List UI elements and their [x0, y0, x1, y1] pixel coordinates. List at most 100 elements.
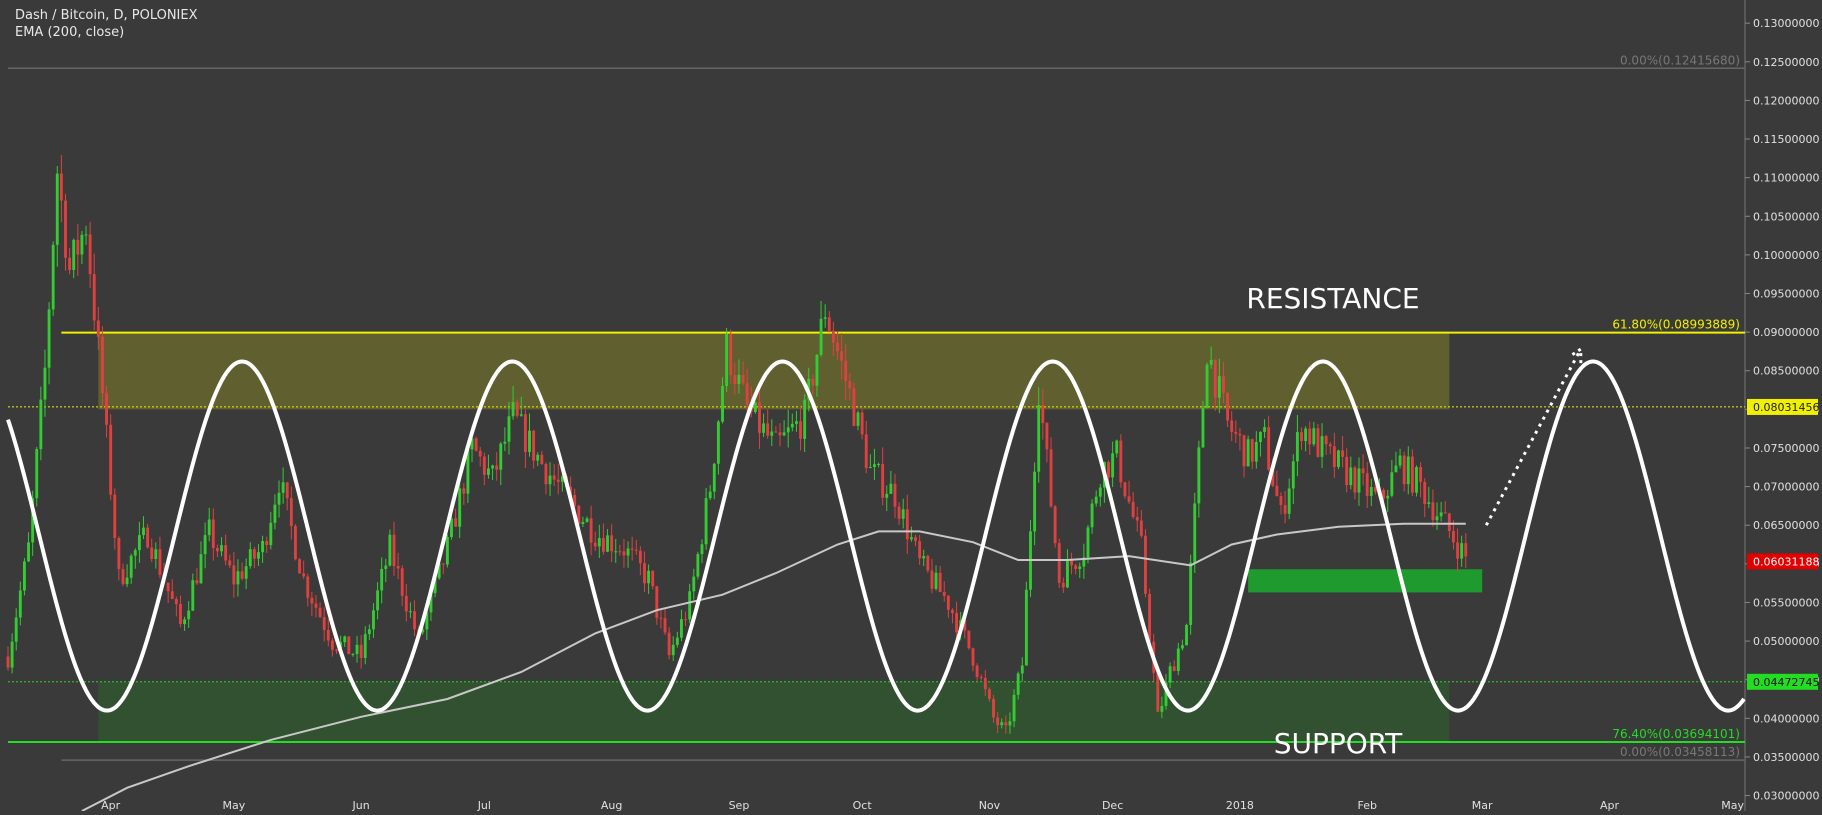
chart-legend: Dash / Bitcoin, D, POLONIEX EMA (200, cl… [15, 7, 198, 41]
candle-body [64, 200, 67, 258]
candle-body [43, 367, 47, 400]
candle-body [47, 309, 51, 368]
price-tick-label: 0.04000000 [1753, 712, 1819, 725]
candle-body [39, 399, 43, 450]
candle-body [671, 644, 675, 656]
current-price-tag-label: 0.06031188 [1753, 555, 1819, 568]
price-tick-label: 0.05000000 [1753, 635, 1819, 648]
candle-body [207, 519, 211, 536]
candle-body [708, 491, 712, 499]
candle-body [581, 521, 585, 525]
candle-body [495, 465, 499, 470]
candle-body [1107, 462, 1110, 478]
candle-body [1460, 543, 1464, 559]
candle [1415, 465, 1418, 497]
candle-body [1242, 435, 1246, 467]
candle-body [105, 393, 108, 425]
candle-body [905, 509, 909, 540]
time-tick-label: Aug [601, 799, 622, 811]
time-tick-label: Sep [729, 799, 750, 811]
candle-body [133, 550, 137, 556]
candle-body [1024, 589, 1028, 666]
price-tick-label: 0.07000000 [1753, 481, 1819, 494]
price-tick-label: 0.07500000 [1753, 442, 1819, 455]
candle-body [946, 595, 950, 610]
candle-body [1020, 665, 1024, 674]
candle-body [396, 566, 400, 569]
candle-body [1061, 582, 1065, 588]
price-tick-label: 0.10000000 [1753, 249, 1819, 262]
candle-body [1127, 496, 1131, 502]
candle-body [716, 421, 720, 464]
candle-body [400, 568, 404, 596]
candle-body [922, 556, 926, 559]
candle [1316, 423, 1320, 458]
dotted-yellow-tag-label: 0.08031456 [1753, 401, 1819, 414]
candle-body [22, 561, 26, 591]
candle-body [1263, 427, 1266, 432]
candle-body [1033, 471, 1037, 532]
candle-body [380, 568, 384, 591]
candle [347, 636, 351, 655]
time-tick-label: May [1721, 799, 1744, 811]
candle-body [314, 603, 318, 608]
candle-body [774, 431, 778, 433]
price-tick-label: 0.08500000 [1753, 365, 1819, 378]
time-tick-label: Dec [1102, 799, 1123, 811]
candle-body [610, 535, 614, 552]
candle-body [117, 537, 121, 570]
candle-body [482, 456, 486, 475]
candle-body [1049, 449, 1053, 507]
candle-body [942, 591, 946, 596]
candle-body [191, 580, 195, 611]
candle-body [1090, 503, 1094, 528]
candle-body [819, 318, 823, 355]
candle-body [1464, 543, 1468, 557]
fib-61.8-label: 61.80%(0.08993889) [1612, 318, 1740, 332]
candle-body [1394, 465, 1398, 473]
price-chart[interactable]: RESISTANCE SUPPORT 0.00%(0.12415680) 61.80%… [0, 0, 1822, 812]
candle-body [499, 443, 503, 470]
candle-body [55, 173, 59, 245]
target-box [1248, 569, 1483, 593]
candle-body [281, 482, 285, 493]
candle-body [868, 466, 872, 469]
candle-body [614, 551, 618, 553]
candle-body [519, 414, 523, 416]
candle-body [1435, 516, 1439, 521]
candle-body [696, 554, 700, 577]
support-annotation: SUPPORT [1274, 727, 1403, 760]
candle-body [901, 509, 905, 519]
candle [1029, 520, 1032, 598]
candle [1201, 400, 1205, 448]
candle-body [1402, 455, 1406, 485]
candle-body [979, 677, 983, 679]
candle-body [211, 519, 215, 549]
candle-body [589, 518, 593, 543]
candle-body [298, 559, 301, 574]
candle-body [1279, 496, 1283, 505]
candle-body [6, 656, 10, 668]
candle-body [967, 630, 971, 649]
candle-body [240, 571, 244, 579]
candle-body [1222, 376, 1225, 393]
price-tick-label: 0.12000000 [1753, 94, 1819, 107]
candle-body [1427, 502, 1431, 504]
candle-body [1070, 560, 1073, 566]
candle-body [1431, 502, 1435, 521]
chart-area[interactable]: RESISTANCE SUPPORT 0.00%(0.12415680) 61.80%… [0, 0, 1822, 812]
candle-body [515, 402, 519, 416]
candle-body [1172, 666, 1176, 672]
candle-body [1295, 432, 1299, 462]
candle-body [72, 239, 76, 270]
candle-body [376, 590, 380, 611]
candle-body [1213, 359, 1217, 398]
candle-body [626, 548, 630, 556]
candle-body [848, 381, 852, 389]
candle-body [786, 427, 790, 433]
candle [725, 327, 729, 392]
candle-body [228, 560, 232, 566]
candle-body [462, 488, 466, 494]
candle [109, 414, 113, 501]
candle-body [593, 542, 597, 547]
